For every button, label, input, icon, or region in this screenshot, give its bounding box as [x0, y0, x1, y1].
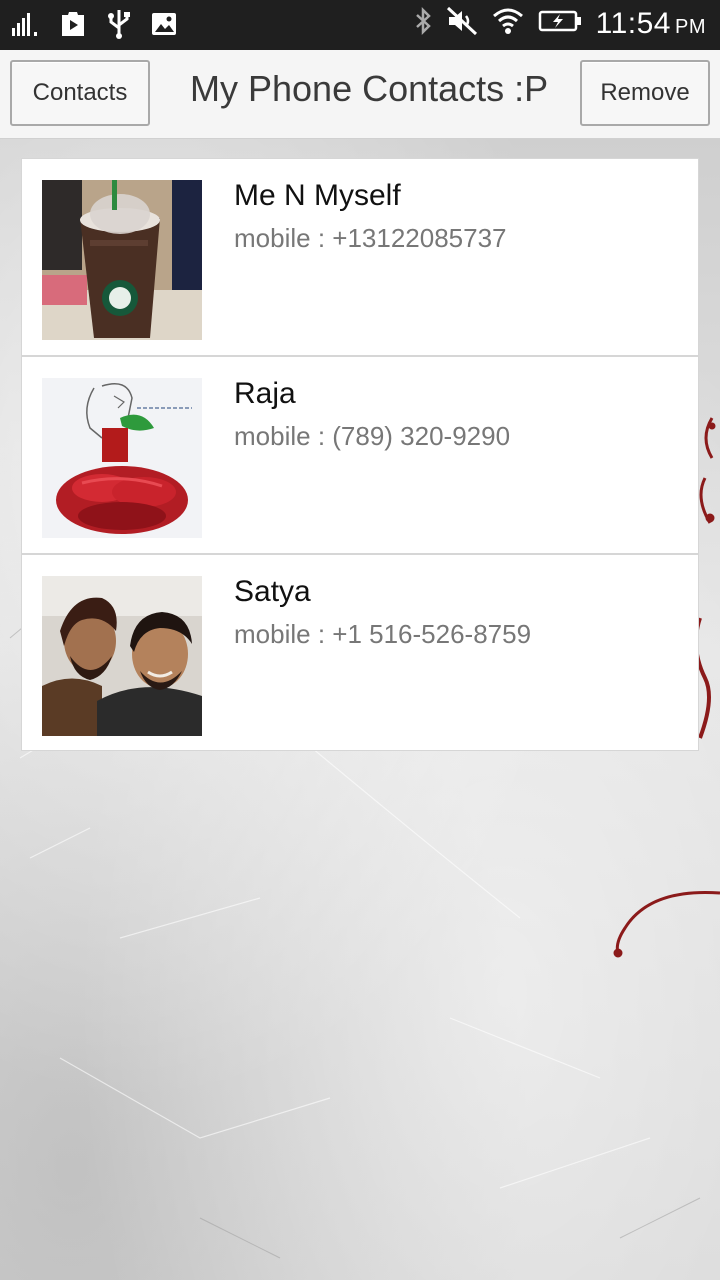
list-item[interactable]: Raja mobile : (789) 320-9290 — [22, 357, 698, 555]
contact-name: Me N Myself — [234, 179, 401, 212]
image-icon — [150, 10, 178, 43]
list-item[interactable]: Me N Myself mobile : +13122085737 — [22, 159, 698, 357]
mute-icon — [446, 6, 478, 41]
list-item[interactable]: Satya mobile : +1 516-526-8759 — [22, 555, 698, 750]
contact-phone: mobile : +1 516-526-8759 — [234, 619, 532, 649]
play-store-icon — [58, 9, 88, 44]
status-bar: 11:54 PM — [0, 0, 720, 50]
battery-charging-icon — [538, 8, 582, 39]
clock-ampm: PM — [675, 15, 706, 38]
contact-photo — [42, 378, 202, 538]
action-bar: Contacts My Phone Contacts :P Remove — [0, 50, 720, 139]
wifi-icon — [492, 7, 524, 40]
contact-photo — [42, 576, 202, 736]
signal-icon — [10, 10, 40, 43]
clock-time: 11:54 — [595, 6, 671, 40]
page-title: My Phone Contacts :P — [190, 68, 549, 109]
contact-list: Me N Myself mobile : +13122085737 Raja m — [21, 158, 699, 751]
contacts-button[interactable]: Contacts — [10, 60, 150, 126]
contact-photo — [42, 180, 202, 340]
contact-name: Raja — [234, 377, 296, 410]
contact-name: Satya — [234, 575, 311, 608]
contact-phone: mobile : +13122085737 — [234, 223, 507, 253]
contact-phone: mobile : (789) 320-9290 — [234, 421, 511, 451]
remove-button[interactable]: Remove — [580, 60, 710, 126]
bluetooth-icon — [414, 6, 432, 41]
clock: 11:54 PM — [596, 7, 706, 41]
usb-icon — [106, 8, 132, 45]
